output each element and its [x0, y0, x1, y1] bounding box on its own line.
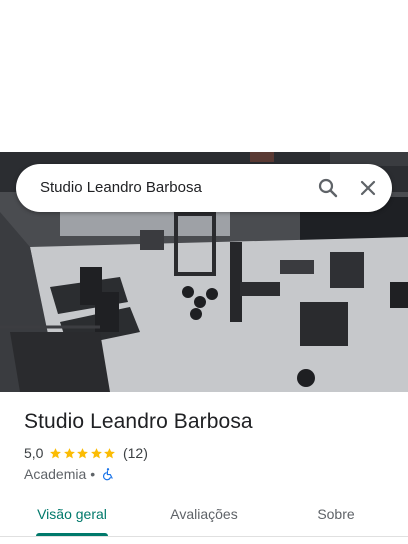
search-input[interactable]: Studio Leandro Barbosa [40, 179, 202, 196]
star-icon [91, 447, 102, 458]
search-bar[interactable]: Studio Leandro Barbosa [16, 164, 392, 212]
search-icon[interactable] [316, 176, 340, 200]
close-icon[interactable] [356, 176, 380, 200]
tab-overview[interactable]: Visão geral [24, 496, 120, 536]
rating-stars [49, 447, 117, 460]
star-icon [64, 447, 75, 458]
star-icon [50, 447, 62, 458]
review-count[interactable]: (12) [123, 445, 148, 461]
category-row: Academia • [24, 465, 115, 483]
wheelchair-icon [103, 468, 113, 481]
map-area [0, 0, 408, 152]
category-label: Academia [24, 466, 87, 482]
separator-dot: • [90, 466, 96, 482]
rating-row[interactable]: 5,0 (12) [24, 444, 148, 462]
star-icon [104, 447, 116, 458]
rating-value: 5,0 [24, 445, 44, 461]
place-title: Studio Leandro Barbosa [24, 410, 253, 433]
tab-about[interactable]: Sobre [288, 496, 384, 536]
tabs-divider [0, 536, 408, 537]
star-icon [77, 447, 89, 458]
tab-reviews[interactable]: Avaliações [156, 496, 252, 536]
